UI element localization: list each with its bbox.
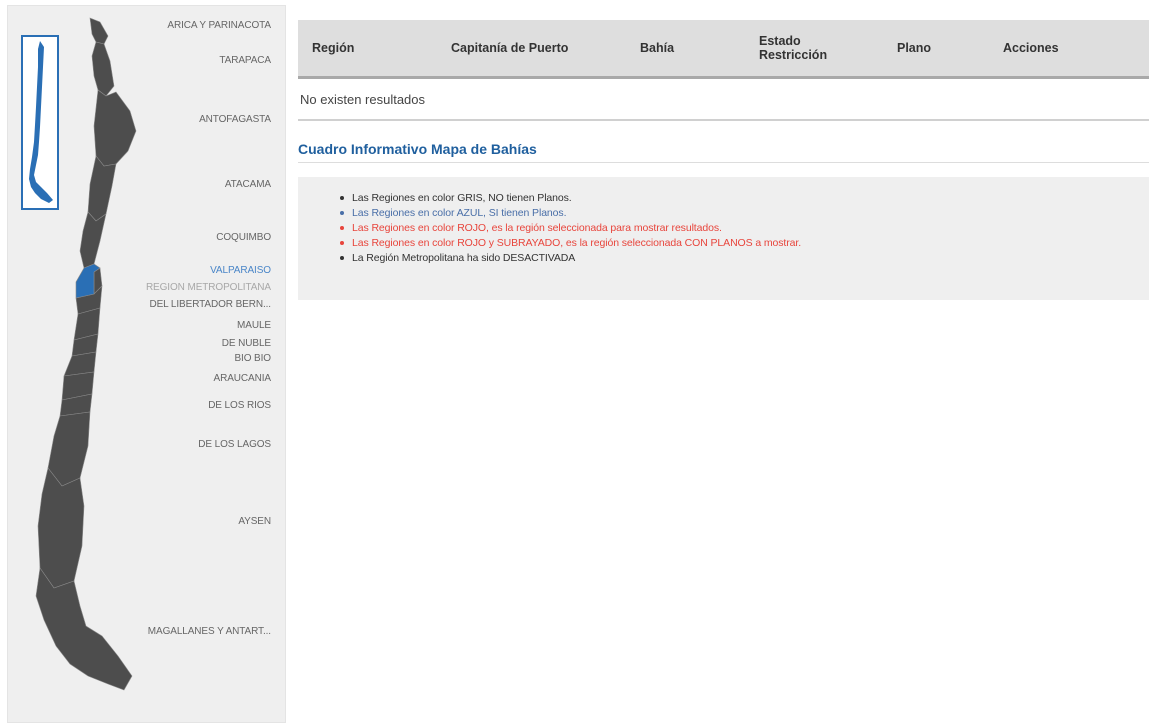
legend-list: Las Regiones en color GRIS, NO tienen Pl…	[332, 191, 1149, 266]
region-shape-arica[interactable]	[89, 17, 109, 45]
column-header-bahia: Bahía	[626, 20, 745, 79]
region-shape-antofagasta[interactable]	[93, 89, 137, 167]
region-label-libertador[interactable]: DEL LIBERTADOR BERN...	[149, 299, 271, 310]
column-header-acciones: Acciones	[989, 20, 1149, 79]
legend-item-blue: Las Regiones en color AZUL, SI tienen Pl…	[340, 206, 1149, 221]
table-header-row: Región Capitanía de Puerto Bahía Estado …	[298, 20, 1149, 79]
region-shape-magallanes[interactable]	[35, 567, 133, 691]
column-header-plano: Plano	[883, 20, 989, 79]
column-header-estado: Estado Restricción	[745, 20, 883, 79]
column-header-region: Región	[298, 20, 437, 79]
region-label-biobio[interactable]: BIO BIO	[234, 353, 271, 364]
region-shape-atacama[interactable]	[87, 155, 117, 222]
region-label-magallanes[interactable]: MAGALLANES Y ANTART...	[148, 626, 271, 637]
region-label-aysen[interactable]: AYSEN	[238, 516, 271, 527]
column-header-estado-line1: Estado	[759, 34, 801, 48]
legend-item-gray: Las Regiones en color GRIS, NO tienen Pl…	[340, 191, 1149, 206]
column-header-estado-line2: Restricción	[759, 48, 828, 62]
region-label-valparaiso[interactable]: VALPARAISO	[210, 265, 271, 276]
region-label-atacama[interactable]: ATACAMA	[225, 179, 271, 190]
info-box: Las Regiones en color GRIS, NO tienen Pl…	[298, 177, 1149, 300]
region-label-maule[interactable]: MAULE	[237, 320, 271, 331]
column-header-capitania: Capitanía de Puerto	[437, 20, 626, 79]
region-label-los-rios[interactable]: DE LOS RIOS	[208, 400, 271, 411]
region-label-antofagasta[interactable]: ANTOFAGASTA	[199, 114, 271, 125]
info-box-title: Cuadro Informativo Mapa de Bahías	[298, 141, 1149, 163]
empty-results-message: No existen resultados	[298, 77, 1149, 121]
legend-item-metropolitana: La Región Metropolitana ha sido DESACTIV…	[340, 251, 1149, 266]
region-shape-los-lagos[interactable]	[47, 411, 91, 487]
region-label-coquimbo[interactable]: COQUIMBO	[216, 232, 271, 243]
results-table: Región Capitanía de Puerto Bahía Estado …	[298, 20, 1149, 121]
region-shape-tarapaca[interactable]	[91, 41, 115, 97]
region-shape-coquimbo[interactable]	[79, 211, 107, 269]
legend-item-red-underlined: Las Regiones en color ROJO y SUBRAYADO, …	[340, 236, 1149, 251]
region-label-metropolitana: REGION METROPOLITANA	[145, 282, 271, 293]
region-label-arica[interactable]: ARICA Y PARINACOTA	[167, 20, 271, 31]
legend-item-red: Las Regiones en color ROJO, es la región…	[340, 221, 1149, 236]
region-label-araucania[interactable]: ARAUCANIA	[214, 373, 272, 384]
region-label-los-lagos[interactable]: DE LOS LAGOS	[198, 439, 271, 450]
region-map-panel: ARICA Y PARINACOTA TARAPACA ANTOFAGASTA …	[7, 5, 286, 723]
region-label-nuble[interactable]: DE NUBLE	[222, 338, 271, 349]
chile-regions-map[interactable]	[20, 16, 145, 696]
region-label-tarapaca[interactable]: TARAPACA	[219, 55, 271, 66]
table-row: No existen resultados	[298, 77, 1149, 121]
region-shape-aysen[interactable]	[37, 467, 85, 589]
